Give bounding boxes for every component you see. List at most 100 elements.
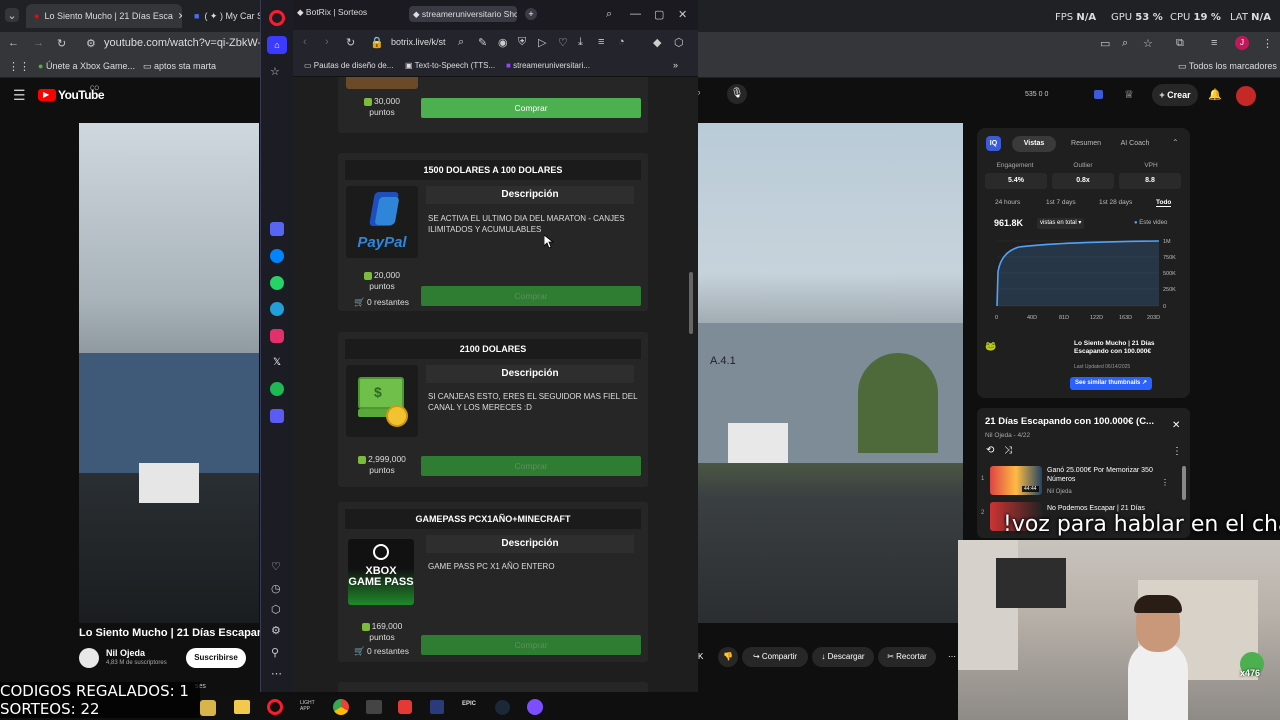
whatsapp-icon[interactable] — [270, 276, 284, 290]
app-icon[interactable] — [527, 699, 543, 715]
camera-icon[interactable]: ◉ — [498, 36, 508, 49]
more-bookmarks-icon[interactable]: » — [673, 60, 678, 70]
aria-icon[interactable] — [270, 222, 284, 236]
dislike-icon[interactable]: 👎 — [718, 647, 738, 667]
subscribe-button[interactable]: Suscribirse — [186, 648, 246, 668]
instagram-icon[interactable] — [270, 329, 284, 343]
profile-avatar[interactable]: J — [1235, 36, 1249, 50]
collapse-icon[interactable]: ⌃ — [1172, 138, 1179, 147]
edit-icon[interactable]: ✎ — [478, 36, 487, 49]
star-icon[interactable]: ☆ — [270, 65, 280, 78]
shuffle-icon[interactable]: ⤨ — [1004, 445, 1012, 456]
user-avatar[interactable] — [1236, 86, 1256, 106]
range-7d[interactable]: 1st 7 days — [1046, 199, 1076, 206]
chrome-tab-second[interactable]: ■ ( ✦ ) My Car St — [186, 4, 260, 28]
buy-button[interactable]: Comprar — [421, 635, 641, 655]
site-info-icon[interactable]: ⚙ — [86, 37, 96, 50]
bookmark-item[interactable]: ▭ Pautas de diseño de... — [304, 61, 393, 70]
home-icon[interactable]: ⌂ — [267, 36, 287, 54]
range-all[interactable]: Todo — [1156, 199, 1172, 207]
similar-thumbnails-button[interactable]: See similar thumbnails ↗ — [1070, 377, 1153, 390]
notifications-icon[interactable]: 🔔 — [1208, 88, 1222, 101]
chrome-taskbar-icon[interactable] — [333, 699, 349, 715]
pin-icon[interactable]: ⚲ — [271, 646, 279, 659]
opera-logo-icon[interactable] — [269, 10, 285, 26]
app-icon[interactable] — [366, 700, 382, 714]
address-bar[interactable]: youtube.com/watch?v=qi-ZbkW-R_I& — [104, 37, 286, 49]
search-icon[interactable]: ⌕ — [606, 8, 612, 21]
close-icon[interactable]: ✕ — [178, 11, 182, 22]
download-icon[interactable]: ⤓ — [578, 36, 583, 49]
range-24h[interactable]: 24 hours — [995, 199, 1020, 206]
back-icon[interactable]: ‹ — [303, 36, 307, 48]
tab-search-icon[interactable]: ⌄ — [5, 8, 19, 22]
extensions-icon[interactable]: ⧉ — [1176, 37, 1184, 50]
maximize-icon[interactable]: ▢ — [654, 8, 664, 21]
opera-tab-streamer[interactable]: ◆ streameruniversitario Sho — [409, 6, 517, 22]
bookmark-xbox[interactable]: ● Únete a Xbox Game... — [38, 61, 135, 71]
menu-icon[interactable]: ≡ — [598, 36, 604, 48]
messenger-icon[interactable] — [270, 249, 284, 263]
tab-ai-coach[interactable]: AI Coach — [1115, 136, 1155, 152]
tab-groups-icon[interactable]: ≡ — [1211, 37, 1217, 49]
telegram-icon[interactable] — [270, 302, 284, 316]
views-select[interactable]: vistas en total ▾ — [1037, 218, 1085, 229]
profile-icon[interactable]: ◔ — [618, 36, 625, 48]
player-icon[interactable] — [270, 409, 284, 423]
app-icon[interactable] — [200, 700, 216, 716]
history-icon[interactable]: ◷ — [271, 582, 281, 595]
zoom-icon[interactable]: ⌕ — [1122, 37, 1128, 50]
cast-icon[interactable]: ▭ — [1100, 37, 1110, 50]
loop-icon[interactable]: ⟲ — [986, 445, 994, 456]
hamburger-icon[interactable]: ☰ — [13, 87, 26, 104]
trophy-icon[interactable]: ♕ — [1124, 88, 1134, 101]
file-explorer-icon[interactable] — [234, 700, 250, 714]
bookmark-item[interactable]: ■ streameruniversitari... — [506, 61, 590, 70]
extensions-cube-icon[interactable]: ⬡ — [271, 603, 281, 616]
more-icon[interactable]: ⋮ — [1161, 478, 1169, 487]
menu-icon[interactable]: ⋮ — [1262, 37, 1273, 50]
vscode-icon[interactable] — [430, 700, 444, 714]
spotify-icon[interactable] — [270, 382, 284, 396]
chrome-tab-youtube[interactable]: ● Lo Siento Mucho | 21 Días Esca ✕ — [26, 4, 182, 28]
video-player-right[interactable]: A.4.1 — [698, 123, 963, 623]
reload-icon[interactable]: ↻ — [57, 37, 66, 50]
reload-icon[interactable]: ↻ — [346, 36, 355, 49]
share-button[interactable]: ↪ Compartir — [742, 647, 808, 667]
scrollbar[interactable] — [689, 272, 693, 334]
buy-button[interactable]: Comprar — [421, 286, 641, 306]
bookmark-star-icon[interactable]: ☆ — [1143, 37, 1153, 50]
playlist-title[interactable]: 21 Días Escapando con 100.000€ (C... — [985, 416, 1165, 427]
tab-resumen[interactable]: Resumen — [1069, 136, 1103, 152]
video-player-left[interactable] — [79, 123, 259, 623]
heart-icon[interactable]: ♡ — [558, 36, 568, 49]
close-icon[interactable]: ✕ — [1172, 420, 1180, 431]
x-twitter-icon[interactable]: 𝕏 — [270, 356, 284, 370]
more-icon[interactable]: ⋯ — [271, 667, 282, 680]
clip-button[interactable]: ✂ Recortar — [878, 647, 936, 667]
create-button[interactable]: + Crear — [1152, 84, 1198, 106]
minimize-icon[interactable]: — — [630, 8, 641, 20]
extension-icon[interactable] — [1094, 90, 1103, 99]
heart-icon[interactable]: ♡ — [271, 560, 281, 573]
forward-icon[interactable]: › — [325, 36, 329, 48]
app-icon[interactable] — [398, 700, 412, 714]
more-icon[interactable]: ⋮ — [1172, 446, 1182, 457]
bookmark-item[interactable]: ▣ Text-to-Speech (TTS... — [405, 61, 495, 70]
settings-icon[interactable]: ⚙ — [271, 624, 281, 637]
opera-tab-botrix[interactable]: ◆ BotRix | Sorteos — [297, 7, 407, 18]
new-tab-icon[interactable]: + — [525, 8, 537, 20]
back-icon[interactable]: ← — [8, 37, 19, 49]
forward-icon[interactable]: → — [33, 37, 44, 49]
diamond-icon[interactable]: ◆ — [653, 36, 661, 49]
bookmark-folder[interactable]: ▭ aptos sta marta — [143, 61, 216, 72]
buy-button[interactable]: Comprar — [421, 98, 641, 118]
cube-icon[interactable]: ⬡ — [674, 36, 684, 49]
vpn-icon[interactable]: ⛨ — [518, 36, 526, 49]
channel-avatar[interactable] — [79, 648, 99, 668]
play-icon[interactable]: ▷ — [538, 36, 546, 49]
download-button[interactable]: ↓ Descargar — [812, 647, 874, 667]
opera-taskbar-icon[interactable] — [267, 699, 283, 715]
opera-address-bar[interactable]: botrix.live/k/st — [391, 37, 446, 47]
playlist-scrollbar[interactable] — [1182, 466, 1186, 500]
